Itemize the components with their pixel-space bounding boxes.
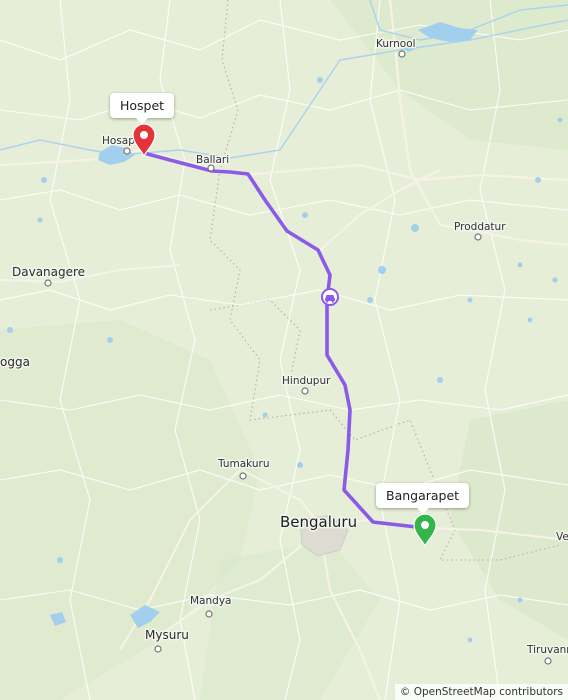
place-label-mandya: Mandya <box>190 595 231 607</box>
place-label-davanagere: Davanagere <box>12 265 85 279</box>
car-icon <box>321 288 339 306</box>
place-label-hospet-small: Hosap <box>102 135 135 147</box>
copyright-symbol: © <box>399 686 411 698</box>
origin-callout-label: Hospet <box>120 98 165 113</box>
map-canvas[interactable]: Kurnool Hosap Ballari Proddatur Davanage… <box>0 0 568 700</box>
place-label-mysuru: Mysuru <box>145 628 189 642</box>
place-label-tiruvannamalai: Tiruvann <box>526 644 568 656</box>
place-label-vellore: Ve <box>556 531 568 543</box>
place-label-hindupur: Hindupur <box>282 375 331 387</box>
place-label-kurnool: Kurnool <box>376 38 416 50</box>
attribution-link[interactable]: OpenStreetMap contributors <box>414 686 563 698</box>
place-label-proddatur: Proddatur <box>454 221 506 233</box>
map-attribution: © OpenStreetMap contributors <box>394 684 568 700</box>
place-label-tumakuru: Tumakuru <box>217 458 270 470</box>
destination-callout-label: Bangarapet <box>386 488 460 503</box>
place-label-shivamogga: ogga <box>0 355 30 369</box>
place-label-ballari: Ballari <box>196 154 229 166</box>
place-label-bengaluru: Bengaluru <box>280 513 357 531</box>
destination-callout[interactable]: Bangarapet <box>376 483 470 514</box>
origin-callout[interactable]: Hospet <box>110 93 175 124</box>
